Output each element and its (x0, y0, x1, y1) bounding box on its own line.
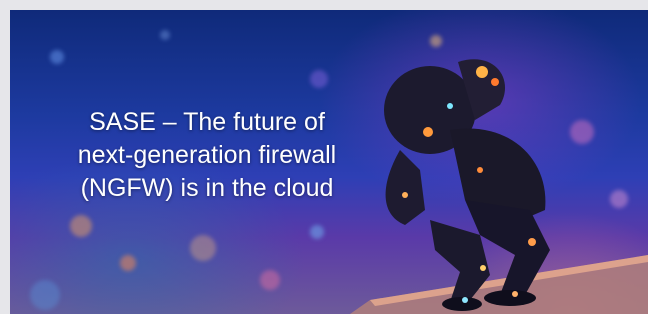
robot-helmet-light (476, 66, 488, 78)
headline-line-3: (NGFW) is in the cloud (80, 174, 334, 202)
page-background: SASE – The future of next-generation fir… (0, 0, 648, 314)
hero-banner[interactable]: SASE – The future of next-generation fir… (10, 10, 648, 314)
headline-line-1: SASE – The future of (89, 108, 325, 136)
robot-figure (384, 59, 550, 311)
robot-foot-light (462, 297, 468, 303)
robot-arm-light (402, 192, 408, 198)
robot-chest-light (477, 167, 483, 173)
robot-shoulder-light (447, 103, 453, 109)
hero-headline: SASE – The future of next-generation fir… (32, 106, 382, 205)
robot-eye-light (423, 127, 433, 137)
headline-line-2: next-generation firewall (77, 141, 337, 169)
robot-helmet-light (491, 78, 499, 86)
robot-foot-light (512, 291, 518, 297)
robot-shin-light (480, 265, 486, 271)
robot-knee-light (528, 238, 536, 246)
